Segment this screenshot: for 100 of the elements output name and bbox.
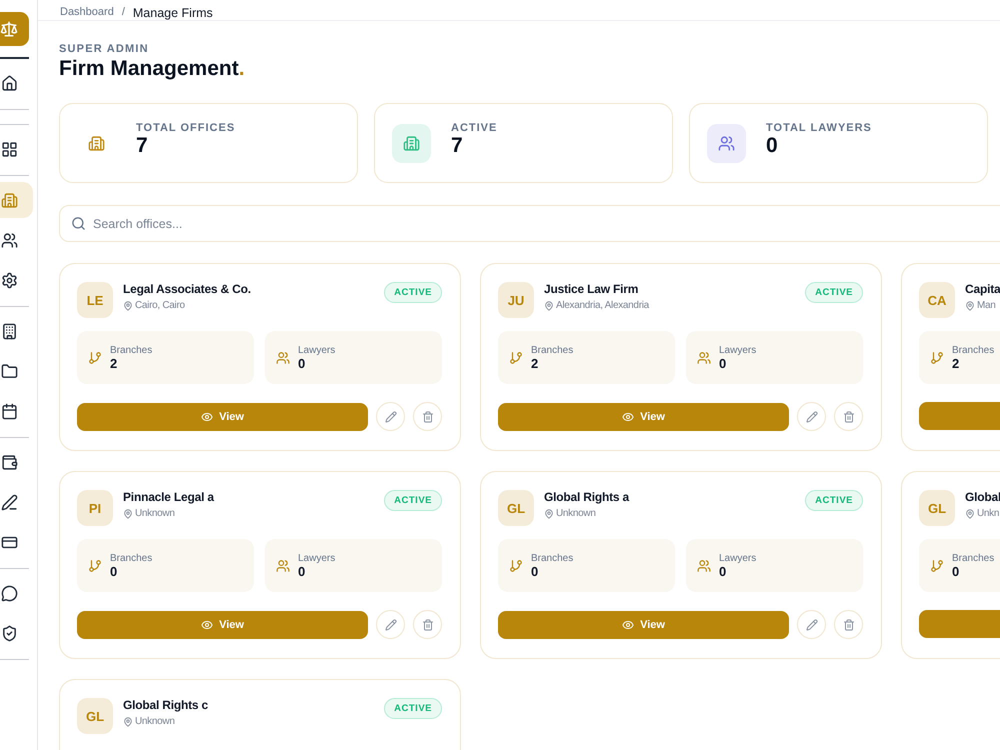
pen-icon	[0, 494, 18, 510]
delete-button[interactable]	[413, 402, 442, 431]
firm-avatar: JU	[498, 282, 534, 318]
firm-avatar: GL	[498, 490, 534, 526]
users-icon	[697, 558, 711, 572]
branch-icon	[509, 350, 523, 364]
metric-value: 0	[952, 564, 960, 578]
folder-icon	[0, 362, 18, 380]
edit-button[interactable]	[376, 610, 405, 639]
trash-icon	[422, 618, 434, 630]
status-badge: ACTIVE	[384, 490, 442, 511]
settings-icon	[0, 272, 18, 288]
location-pin-icon	[544, 508, 554, 518]
users-icon	[0, 232, 18, 248]
users-icon	[697, 350, 711, 364]
edit-button[interactable]	[376, 402, 405, 431]
scales-logo[interactable]	[0, 12, 29, 46]
status-badge: ACTIVE	[384, 282, 442, 303]
metric-label: Branches	[110, 552, 152, 564]
view-button[interactable]: View	[77, 402, 368, 430]
metric-value: 2	[110, 356, 118, 370]
metric-value: 0	[719, 564, 728, 578]
firm-avatar: LE	[77, 282, 113, 318]
edit-button[interactable]	[797, 402, 826, 431]
page-title: Firm Management.	[59, 57, 246, 81]
branch-icon	[88, 350, 102, 364]
search-icon	[71, 216, 86, 231]
users-icon	[276, 558, 290, 572]
eye-icon	[201, 410, 214, 422]
breadcrumb-item[interactable]: Dashboard	[60, 6, 114, 18]
location-pin-icon	[123, 300, 133, 310]
firm-avatar: GL	[919, 490, 955, 526]
firm-name: Pinnacle Legal a	[123, 490, 216, 504]
metric-value: 0	[298, 356, 306, 370]
eye-icon	[201, 618, 214, 630]
wallet-icon	[0, 454, 18, 470]
home-icon	[0, 74, 18, 92]
delete-button[interactable]	[834, 610, 863, 639]
firm-location: Unknown	[135, 716, 175, 727]
delete-button[interactable]	[834, 402, 863, 431]
shield-icon	[0, 624, 18, 642]
firm-name: Global	[965, 490, 1000, 504]
branch-icon	[88, 558, 102, 572]
grid-icon	[0, 140, 18, 158]
metric-label: Branches	[952, 344, 994, 356]
view-button[interactable]: View	[77, 610, 368, 638]
trash-icon	[422, 410, 434, 422]
metric-label: Lawyers	[298, 552, 336, 564]
eye-icon	[622, 410, 634, 422]
firm-name: Justice Law Firm	[544, 282, 640, 296]
firm-name: Global Rights c	[123, 698, 210, 712]
building-icon	[0, 322, 18, 340]
search-field[interactable]: Search offices...	[59, 205, 1000, 242]
location-pin-icon	[544, 300, 554, 310]
firm-name: Global Rights a	[544, 490, 630, 504]
breadcrumb-separator: /	[122, 6, 125, 18]
metric-value: 0	[110, 564, 118, 578]
metric-value: 0	[531, 564, 540, 578]
view-button[interactable]: View	[498, 610, 789, 638]
branch-icon	[509, 558, 523, 572]
pencil-icon	[806, 410, 818, 422]
edit-button[interactable]	[797, 610, 826, 639]
location-pin-icon	[965, 508, 975, 518]
calendar-icon	[0, 402, 18, 420]
metric-label: Branches	[952, 552, 994, 564]
branch-icon	[930, 350, 944, 364]
metric-label: Lawyers	[719, 344, 756, 356]
metric-label: Branches	[110, 344, 152, 356]
firm-location: Man	[977, 300, 996, 311]
firm-name: Legal Associates & Co.	[123, 282, 252, 296]
stat-value: 7	[451, 134, 464, 158]
metric-label: Branches	[531, 552, 574, 564]
branch-icon	[930, 558, 944, 572]
metric-value: 0	[719, 356, 728, 370]
stat-label: TOTAL LAWYERS	[766, 122, 872, 134]
chat-bubble-icon	[0, 584, 18, 602]
stat-value: 7	[136, 134, 149, 158]
eye-icon	[622, 618, 634, 630]
stat-value: 0	[766, 134, 779, 158]
status-badge: ACTIVE	[384, 698, 442, 719]
pencil-icon	[806, 618, 818, 630]
metric-label: Branches	[531, 344, 574, 356]
firm-location: Unkn	[977, 508, 1000, 519]
metric-value: 2	[531, 356, 540, 370]
pencil-icon	[384, 618, 396, 630]
firm-avatar: PI	[77, 490, 113, 526]
building-icon	[0, 192, 18, 208]
page-eyebrow: SUPER ADMIN	[59, 43, 150, 55]
trash-icon	[842, 410, 854, 422]
metric-value: 0	[298, 564, 306, 578]
firm-location: Alexandria, Alexandria	[556, 300, 649, 311]
firm-avatar: GL	[77, 698, 113, 734]
view-button[interactable]: View	[498, 402, 789, 430]
metric-label: Lawyers	[298, 344, 336, 356]
firm-location: Unknown	[556, 508, 596, 519]
breadcrumb-item: Manage Firms	[132, 6, 213, 20]
delete-button[interactable]	[413, 610, 442, 639]
stat-label: TOTAL OFFICES	[136, 122, 236, 134]
firm-avatar: CA	[919, 282, 955, 318]
pencil-icon	[384, 410, 396, 422]
